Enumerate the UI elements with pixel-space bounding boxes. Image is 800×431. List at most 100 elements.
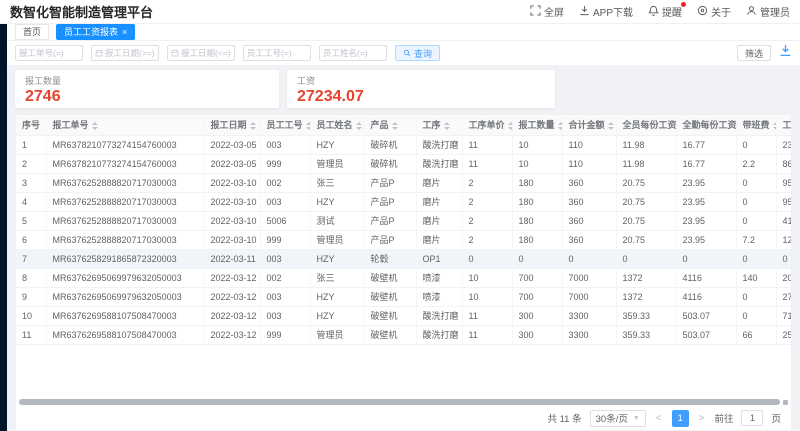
- tab-home[interactable]: 首页: [15, 24, 49, 40]
- cell-emp-name: 张三: [310, 268, 364, 287]
- filter-inputs-group: [15, 45, 387, 61]
- topmenu-item-about[interactable]: 关于: [697, 4, 731, 19]
- cell-report-no: MR6376252888820717030003: [46, 230, 204, 249]
- topmenu-item-bell[interactable]: 提醒: [648, 4, 682, 19]
- topmenu-item-label: 全屏: [544, 4, 564, 19]
- cell-report-qty: 10: [512, 135, 562, 154]
- col-all-member-piece-salary[interactable]: 全员每份工资: [616, 115, 676, 135]
- query-button[interactable]: 查询: [395, 45, 440, 61]
- cell-lead-fee: 7.2: [736, 230, 776, 249]
- cell-all-amount: 360: [562, 192, 616, 211]
- cell-lead-fee: 0: [736, 135, 776, 154]
- page-unit-label: 页: [771, 411, 781, 425]
- cell-lead-fee: 0: [736, 211, 776, 230]
- salary-report-table-card: 序号报工单号报工日期员工工号员工姓名产品工序工序单价报工数量合计金额全员每份工资…: [15, 114, 792, 431]
- next-page-button[interactable]: >: [697, 413, 707, 424]
- cell-seq: 4: [16, 192, 46, 211]
- cell-report-no: MR63762695069979632050003: [46, 268, 204, 287]
- table-row[interactable]: 7MR63762582918658723200032022-03-11003HZ…: [16, 249, 792, 268]
- col-report-no[interactable]: 报工单号: [46, 115, 204, 135]
- horizontal-scrollbar[interactable]: [16, 398, 791, 406]
- collapsed-sidebar[interactable]: [0, 24, 7, 431]
- topmenu-item-fullscreen[interactable]: 全屏: [530, 4, 564, 19]
- cell-unit-price: 10: [462, 268, 512, 287]
- search-icon: [403, 49, 411, 57]
- table-row[interactable]: 2MR63782107732741547600032022-03-05999管理…: [16, 154, 792, 173]
- topmenu-item-user[interactable]: 管理员: [746, 4, 790, 19]
- table-row[interactable]: 6MR63762528888207170300032022-03-10999管理…: [16, 230, 792, 249]
- cell-all-member-piece-salary: 359.33: [616, 306, 676, 325]
- cell-full-attend-piece-salary: 4116: [676, 287, 736, 306]
- cell-product: 产品P: [364, 173, 416, 192]
- table-row[interactable]: 8MR637626950699796320500032022-03-12002张…: [16, 268, 792, 287]
- table-row[interactable]: 10MR63762695881075084700032022-03-12003H…: [16, 306, 792, 325]
- page-size-select[interactable]: 30条/页 ▼: [590, 410, 646, 427]
- cell-emp-name: 管理员: [310, 325, 364, 344]
- cell-emp-name: 张三: [310, 173, 364, 192]
- sort-icon[interactable]: [356, 122, 362, 130]
- report-date-from-input[interactable]: [105, 48, 155, 58]
- col-salary[interactable]: 工资: [776, 115, 792, 135]
- prev-page-button[interactable]: <: [654, 413, 664, 424]
- filter-button[interactable]: 筛选: [737, 45, 771, 61]
- col-process[interactable]: 工序: [416, 115, 462, 135]
- stat-value: 2746: [25, 88, 269, 106]
- scrollbar-thumb[interactable]: [19, 399, 780, 405]
- cell-salary: 718.66: [776, 306, 792, 325]
- pagination-bar: 共 11 条 30条/页 ▼ < 1 > 前往 页: [16, 406, 791, 430]
- cell-process: 磨片: [416, 192, 462, 211]
- sort-icon[interactable]: [250, 122, 256, 130]
- goto-page-input[interactable]: [741, 410, 763, 426]
- column-label: 序号: [22, 120, 40, 130]
- sort-icon[interactable]: [773, 122, 776, 130]
- sort-icon[interactable]: [508, 122, 512, 130]
- report-date-to-input[interactable]: [181, 48, 231, 58]
- cell-process: 磨片: [416, 211, 462, 230]
- col-report-date[interactable]: 报工日期: [204, 115, 260, 135]
- cell-emp-name: 测试: [310, 211, 364, 230]
- table-row[interactable]: 1MR63782107732741547600032022-03-05003HZ…: [16, 135, 792, 154]
- cell-report-no: MR6376269588107508470003: [46, 325, 204, 344]
- cell-report-qty: 180: [512, 192, 562, 211]
- sort-icon[interactable]: [444, 122, 450, 130]
- col-report-qty[interactable]: 报工数量: [512, 115, 562, 135]
- cell-salary: 95.8: [776, 173, 792, 192]
- employee-name-input[interactable]: [323, 48, 383, 58]
- cell-emp-no: 999: [260, 230, 310, 249]
- employee-no-input[interactable]: [247, 48, 307, 58]
- table-row[interactable]: 11MR63762695881075084700032022-03-12999管…: [16, 325, 792, 344]
- cell-all-amount: 3300: [562, 306, 616, 325]
- topmenu-item-app-download[interactable]: APP下载: [579, 4, 633, 19]
- col-emp-name[interactable]: 员工姓名: [310, 115, 364, 135]
- cell-salary: 20720: [776, 268, 792, 287]
- sort-icon[interactable]: [392, 122, 398, 130]
- export-download-button[interactable]: [779, 44, 792, 62]
- col-unit-price[interactable]: 工序单价: [462, 115, 512, 135]
- sort-icon[interactable]: [306, 122, 310, 130]
- table-row[interactable]: 4MR63762528888207170300032022-03-10003HZ…: [16, 192, 792, 211]
- cell-lead-fee: 2.2: [736, 154, 776, 173]
- column-label: 全勤每份工资: [683, 120, 737, 130]
- scrollbar-corner: [783, 400, 788, 405]
- sort-icon[interactable]: [558, 122, 562, 130]
- tab-close-icon[interactable]: ×: [122, 28, 127, 37]
- col-product[interactable]: 产品: [364, 115, 416, 135]
- col-lead-fee[interactable]: 带班费: [736, 115, 776, 135]
- page-number-1[interactable]: 1: [672, 410, 689, 427]
- sort-icon[interactable]: [608, 122, 614, 130]
- table-row[interactable]: 5MR63762528888207170300032022-03-105006测…: [16, 211, 792, 230]
- tab-salary-report[interactable]: 员工工资报表×: [56, 24, 135, 40]
- cell-emp-no: 003: [260, 192, 310, 211]
- table-row[interactable]: 3MR63762528888207170300032022-03-10002张三…: [16, 173, 792, 192]
- col-emp-no[interactable]: 员工工号: [260, 115, 310, 135]
- table-row[interactable]: 9MR637626950699796320500032022-03-12003H…: [16, 287, 792, 306]
- cell-unit-price: 11: [462, 306, 512, 325]
- cell-report-qty: 300: [512, 306, 562, 325]
- cell-report-qty: 300: [512, 325, 562, 344]
- col-all-amount[interactable]: 合计金额: [562, 115, 616, 135]
- col-full-attend-piece-salary[interactable]: 全勤每份工资: [676, 115, 736, 135]
- cell-unit-price: 11: [462, 154, 512, 173]
- sort-icon[interactable]: [92, 122, 98, 130]
- cell-report-qty: 180: [512, 211, 562, 230]
- report-no-input[interactable]: [19, 48, 79, 58]
